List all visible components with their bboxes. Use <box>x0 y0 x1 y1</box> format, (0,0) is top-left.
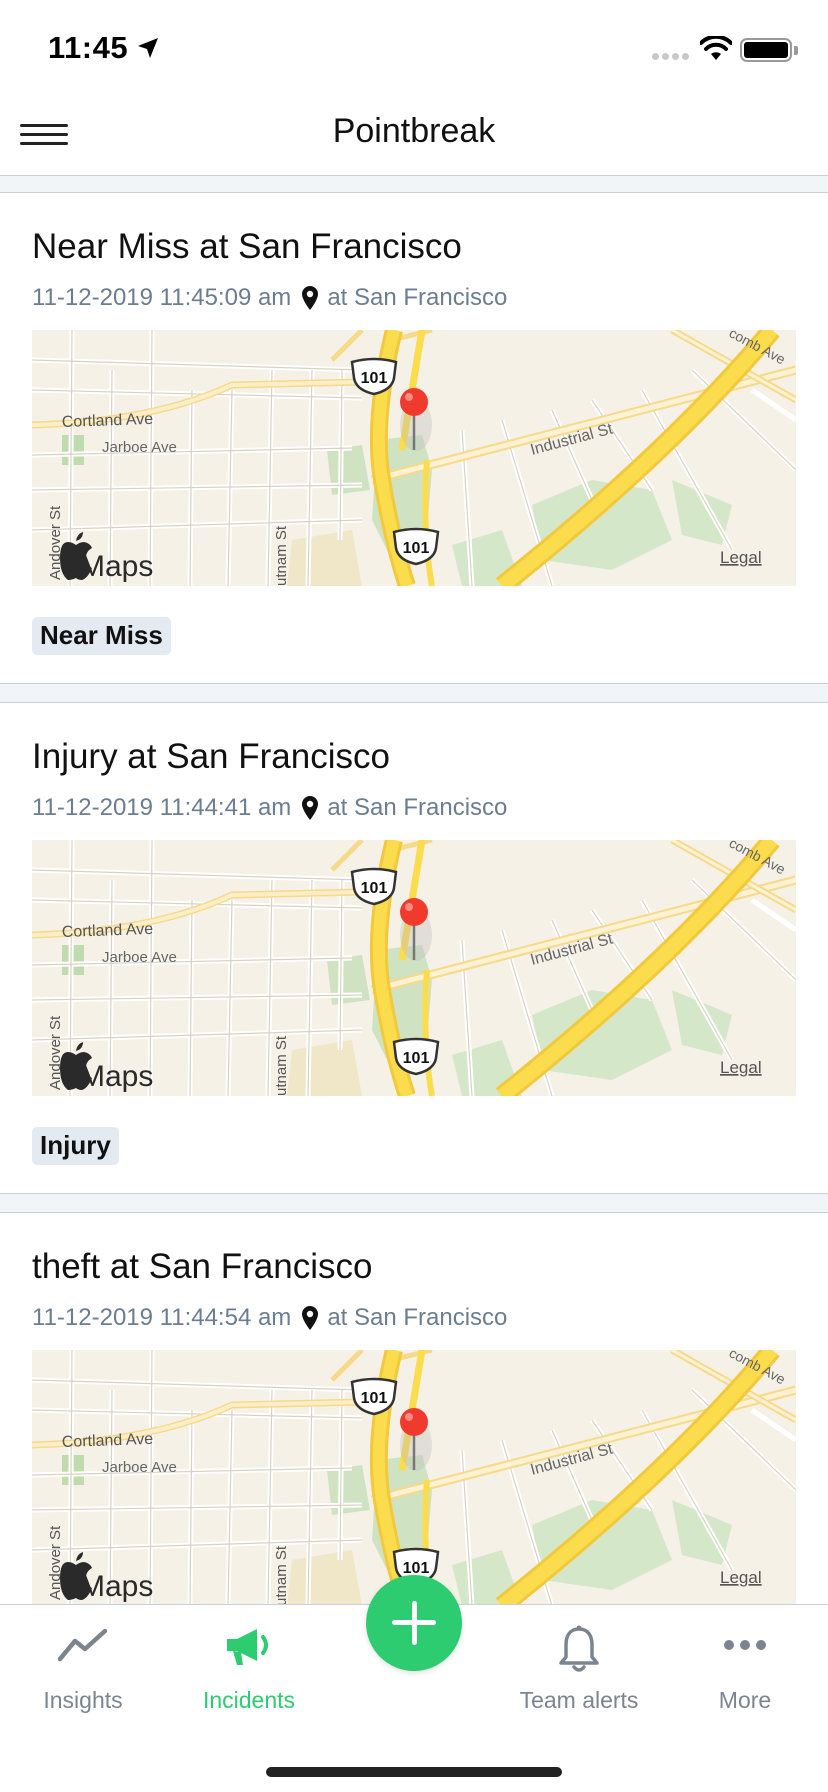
map-highway-shield-top: 101 <box>361 880 388 897</box>
map-legal-link[interactable]: Legal <box>720 1058 762 1077</box>
incident-meta: 11-12-2019 11:44:41 am at San Francisco <box>32 794 507 822</box>
svg-text:Maps: Maps <box>80 1060 153 1093</box>
incident-map[interactable]: 101 101 Cortland Ave Jarboe Ave Industri… <box>32 840 796 1096</box>
incident-card[interactable]: theft at San Francisco 11-12-2019 11:44:… <box>0 1212 828 1604</box>
incident-meta: 11-12-2019 11:44:54 am at San Francisco <box>32 1304 507 1332</box>
incident-location: at San Francisco <box>327 284 508 311</box>
tab-more[interactable]: More <box>662 1605 828 1725</box>
incident-title: theft at San Francisco <box>32 1247 373 1286</box>
tab-team-alerts[interactable]: Team alerts <box>496 1605 662 1725</box>
incident-type-tag: Injury <box>32 1127 119 1165</box>
map-label-cortland: Cortland Ave <box>62 411 154 431</box>
page-title: Pointbreak <box>332 112 496 150</box>
tab-insights-label: Insights <box>43 1687 123 1713</box>
incident-timestamp: 11-12-2019 11:44:41 am <box>32 794 292 821</box>
map-label-putnam: utnam St <box>273 525 290 586</box>
tab-more-label: More <box>718 1687 772 1713</box>
tab-bar: Insights Incidents Team alerts More <box>0 1575 828 1792</box>
incident-card[interactable]: Near Miss at San Francisco 11-12-2019 11… <box>0 192 828 684</box>
map-label-jarboe: Jarboe Ave <box>102 1459 177 1476</box>
incident-type-tag: Near Miss <box>32 617 171 655</box>
wifi-icon <box>700 36 732 60</box>
map-label-putnam: utnam St <box>273 1035 290 1096</box>
tab-incidents[interactable]: Incidents <box>166 1605 332 1725</box>
map-legal-link[interactable]: Legal <box>720 1568 762 1587</box>
add-incident-button[interactable] <box>366 1575 462 1671</box>
location-arrow-icon <box>138 38 158 58</box>
more-dots-icon <box>724 1640 766 1650</box>
map-highway-shield-top: 101 <box>361 1390 388 1407</box>
battery-icon <box>740 38 792 62</box>
map-highway-shield-bottom: 101 <box>403 1050 430 1067</box>
status-bar: 11:45 <box>0 0 828 100</box>
tab-incidents-label: Incidents <box>202 1687 296 1713</box>
nav-bar: Pointbreak <box>0 100 828 176</box>
incident-feed[interactable]: Near Miss at San Francisco 11-12-2019 11… <box>0 176 828 1604</box>
incident-timestamp: 11-12-2019 11:44:54 am <box>32 1304 292 1331</box>
incident-card[interactable]: Injury at San Francisco 11-12-2019 11:44… <box>0 702 828 1194</box>
chart-line-icon <box>57 1628 108 1662</box>
map-label-jarboe: Jarboe Ave <box>102 949 177 966</box>
incident-location: at San Francisco <box>327 794 508 821</box>
map-label-putnam: utnam St <box>273 1545 290 1604</box>
incident-map[interactable]: 101 101 Cortland Ave Jarboe Ave Industri… <box>32 330 796 586</box>
map-label-jarboe: Jarboe Ave <box>102 439 177 456</box>
incident-title: Injury at San Francisco <box>32 737 390 776</box>
status-time: 11:45 <box>48 30 129 65</box>
map-legal-link[interactable]: Legal <box>720 548 762 567</box>
signal-icon <box>652 53 689 60</box>
map-highway-shield-top: 101 <box>361 370 388 387</box>
location-pin-icon <box>302 796 319 820</box>
svg-text:Maps: Maps <box>80 550 153 583</box>
incident-location: at San Francisco <box>327 1304 508 1331</box>
map-highway-shield-bottom: 101 <box>403 540 430 557</box>
home-indicator <box>266 1767 562 1777</box>
incident-timestamp: 11-12-2019 11:45:09 am <box>32 284 292 311</box>
map-label-cortland: Cortland Ave <box>62 1431 154 1451</box>
megaphone-icon <box>227 1629 268 1665</box>
tab-insights[interactable]: Insights <box>0 1605 166 1725</box>
map-label-cortland: Cortland Ave <box>62 921 154 941</box>
incident-title: Near Miss at San Francisco <box>32 227 462 266</box>
incident-map[interactable]: 101 101 Cortland Ave Jarboe Ave Industri… <box>32 1350 796 1604</box>
location-pin-icon <box>302 286 319 310</box>
bell-icon <box>559 1625 599 1672</box>
tab-team-alerts-label: Team alerts <box>519 1687 639 1713</box>
incident-meta: 11-12-2019 11:45:09 am at San Francisco <box>32 284 507 312</box>
location-pin-icon <box>302 1306 319 1330</box>
svg-text:Maps: Maps <box>80 1570 153 1603</box>
